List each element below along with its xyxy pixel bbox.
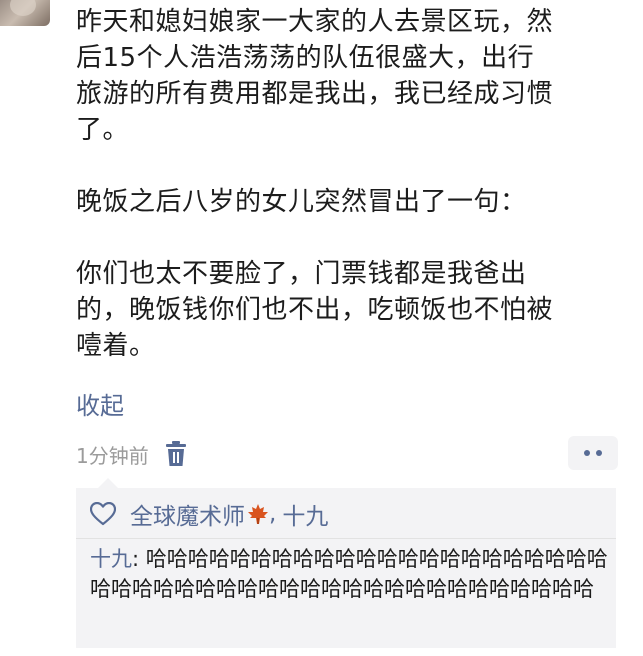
more-actions-button[interactable] bbox=[568, 436, 618, 470]
comment-body: 哈哈哈哈哈哈哈哈哈哈哈哈哈哈哈哈哈哈哈哈哈哈哈哈哈哈哈哈哈哈哈哈哈哈哈哈哈哈哈哈… bbox=[90, 547, 608, 601]
post-text: 昨天和媳妇娘家一大家的人去景区玩，然 后15个人浩浩荡荡的队伍很盛大，出行 旅游… bbox=[76, 7, 554, 361]
divider bbox=[76, 538, 616, 539]
likers-separator: , bbox=[269, 501, 277, 527]
collapse-link[interactable]: 收起 bbox=[76, 388, 124, 424]
avatar[interactable] bbox=[0, 0, 50, 26]
timestamp: 1分钟前 bbox=[76, 443, 149, 468]
more-dot-icon bbox=[596, 450, 602, 456]
more-dot-icon bbox=[584, 450, 590, 456]
comment-box: 全球魔术师 , 十九 十九: 哈哈哈哈哈哈哈哈哈哈哈哈哈哈哈哈哈哈哈哈哈哈哈哈哈… bbox=[76, 478, 616, 648]
comment-author[interactable]: 十九 bbox=[90, 547, 132, 571]
likes-row: 全球魔术师 , 十九 bbox=[89, 494, 328, 534]
heart-icon bbox=[89, 501, 117, 526]
comment-separator: : bbox=[132, 547, 146, 571]
trash-icon[interactable] bbox=[165, 441, 187, 467]
liker-name[interactable]: 全球魔术师 bbox=[130, 497, 245, 531]
maple-leaf-icon bbox=[247, 503, 269, 525]
comment-item[interactable]: 十九: 哈哈哈哈哈哈哈哈哈哈哈哈哈哈哈哈哈哈哈哈哈哈哈哈哈哈哈哈哈哈哈哈哈哈哈哈… bbox=[90, 544, 610, 604]
liker-name[interactable]: 十九 bbox=[282, 497, 328, 531]
post-meta-row: 1分钟前 bbox=[76, 436, 187, 472]
likers-list: 全球魔术师 , 十九 bbox=[130, 497, 328, 531]
